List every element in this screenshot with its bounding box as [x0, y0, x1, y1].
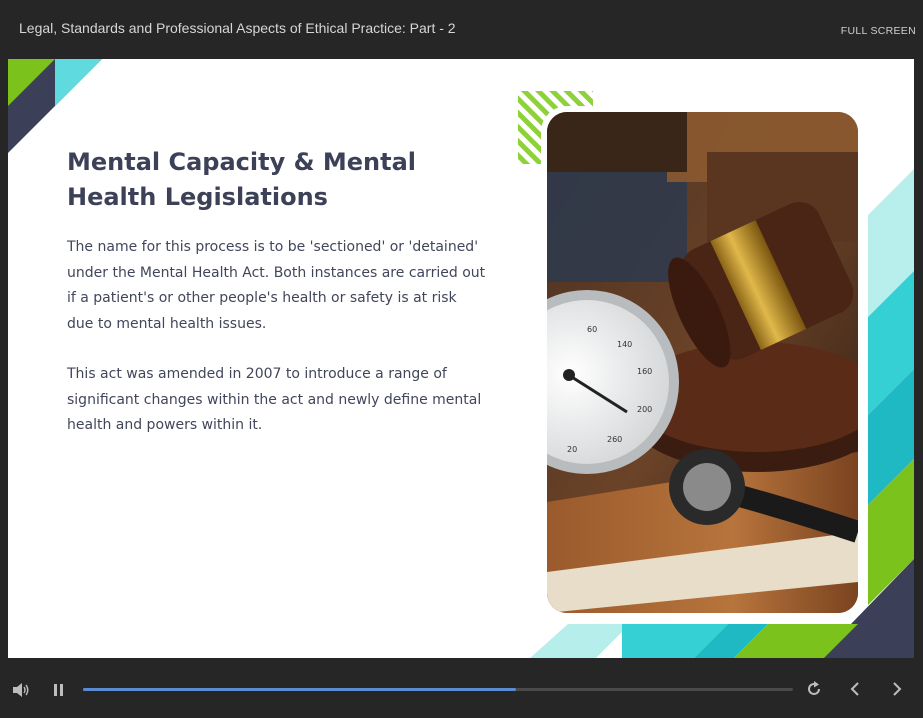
svg-text:160: 160	[637, 367, 652, 376]
body-paragraph-1: The name for this process is to be 'sect…	[67, 239, 486, 332]
replay-icon[interactable]	[806, 681, 822, 697]
svg-text:60: 60	[587, 325, 597, 334]
previous-icon[interactable]	[848, 681, 862, 697]
slide: Mental Capacity & Mental Health Legislat…	[8, 59, 914, 658]
svg-text:140: 140	[617, 340, 632, 349]
slide-title: Mental Capacity & Mental Health Legislat…	[67, 148, 417, 211]
body-paragraph-2: This act was amended in 2007 to introduc…	[67, 366, 482, 433]
slide-photo: 60 140 160 200 260 20	[547, 112, 858, 613]
bottom-stripe-light	[530, 624, 630, 658]
volume-icon[interactable]	[12, 682, 30, 698]
svg-text:260: 260	[607, 435, 622, 444]
pause-icon[interactable]	[53, 683, 65, 697]
svg-text:20: 20	[567, 445, 577, 454]
svg-text:200: 200	[637, 405, 652, 414]
fullscreen-button[interactable]: FULL SCREEN	[841, 25, 916, 37]
top-bar: Legal, Standards and Professional Aspect…	[0, 0, 923, 58]
progress-fill	[83, 688, 517, 691]
next-icon[interactable]	[890, 681, 904, 697]
progress-bar[interactable]	[83, 688, 793, 691]
course-title: Legal, Standards and Professional Aspect…	[19, 20, 456, 36]
corner-teal-shape	[55, 59, 102, 106]
player-controls	[0, 660, 923, 718]
